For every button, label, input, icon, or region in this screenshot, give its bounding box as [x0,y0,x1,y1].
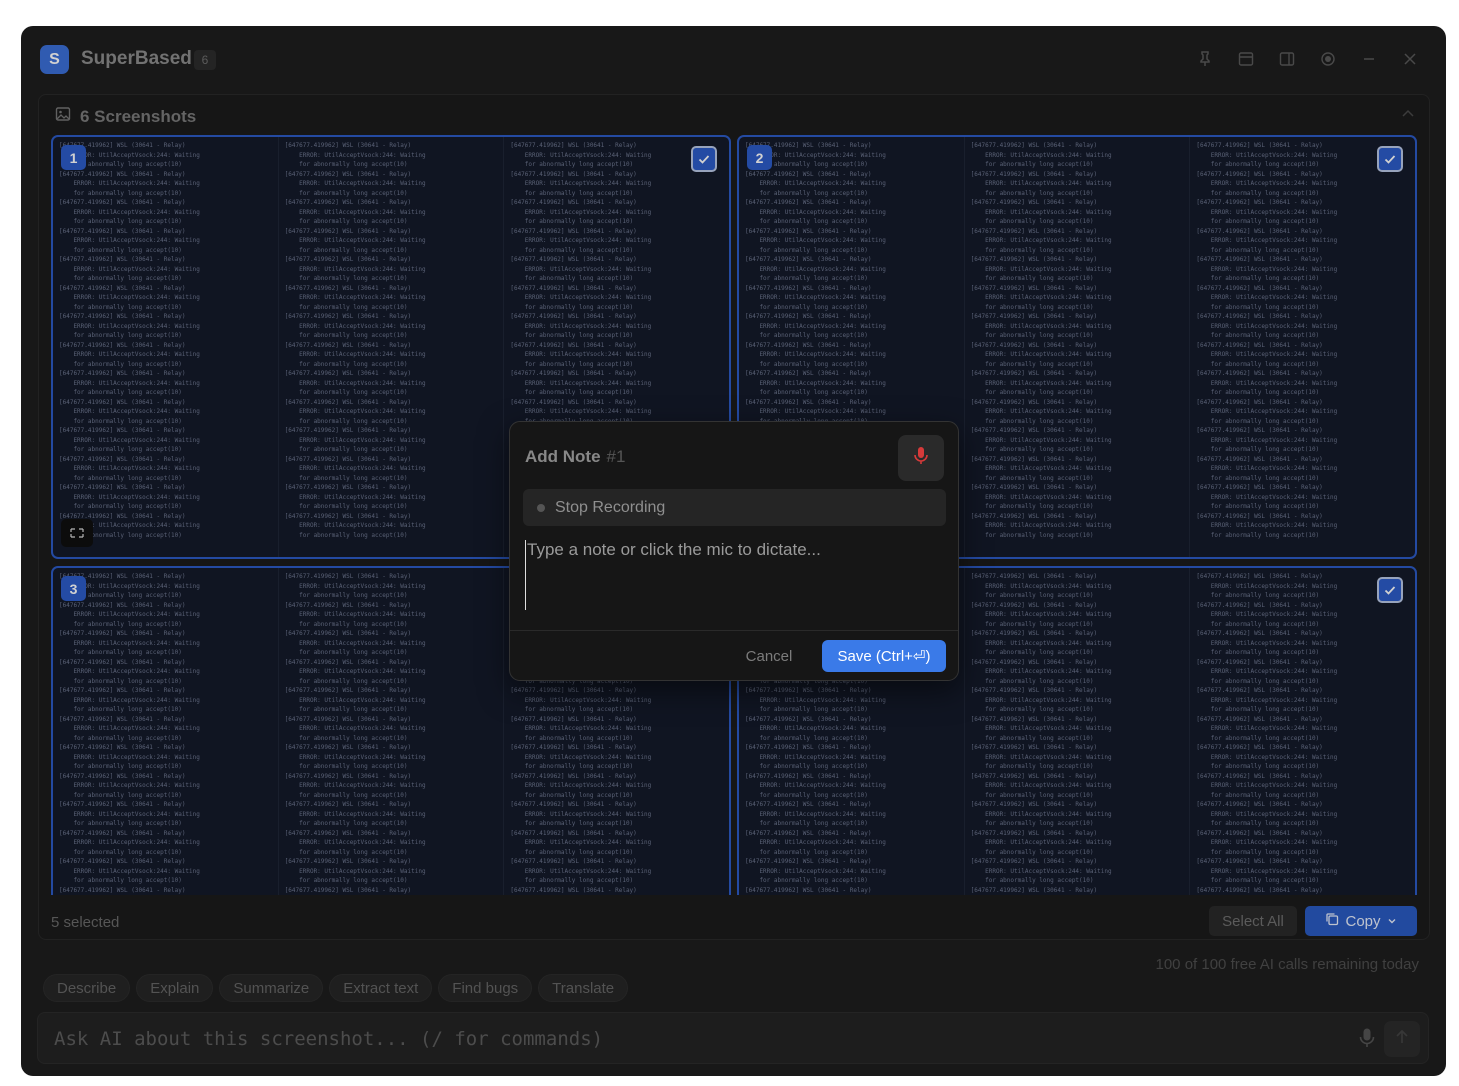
stop-recording-button[interactable]: Stop Recording [523,489,946,526]
note-number: #1 [606,447,626,466]
note-textarea[interactable] [525,540,945,610]
cancel-button[interactable]: Cancel [736,640,802,672]
dialog-divider [510,630,958,631]
dictate-mic-button[interactable] [898,435,944,481]
dialog-title-text: Add Note [525,447,601,466]
dialog-title: Add Note #1 [525,447,625,467]
save-button[interactable]: Save (Ctrl+⏎) [822,640,946,672]
recording-dot-icon [537,503,545,512]
mic-icon [913,446,929,471]
add-note-dialog: Add Note #1 Stop Recording Cancel Save (C… [509,421,959,681]
stop-recording-label: Stop Recording [555,498,666,516]
